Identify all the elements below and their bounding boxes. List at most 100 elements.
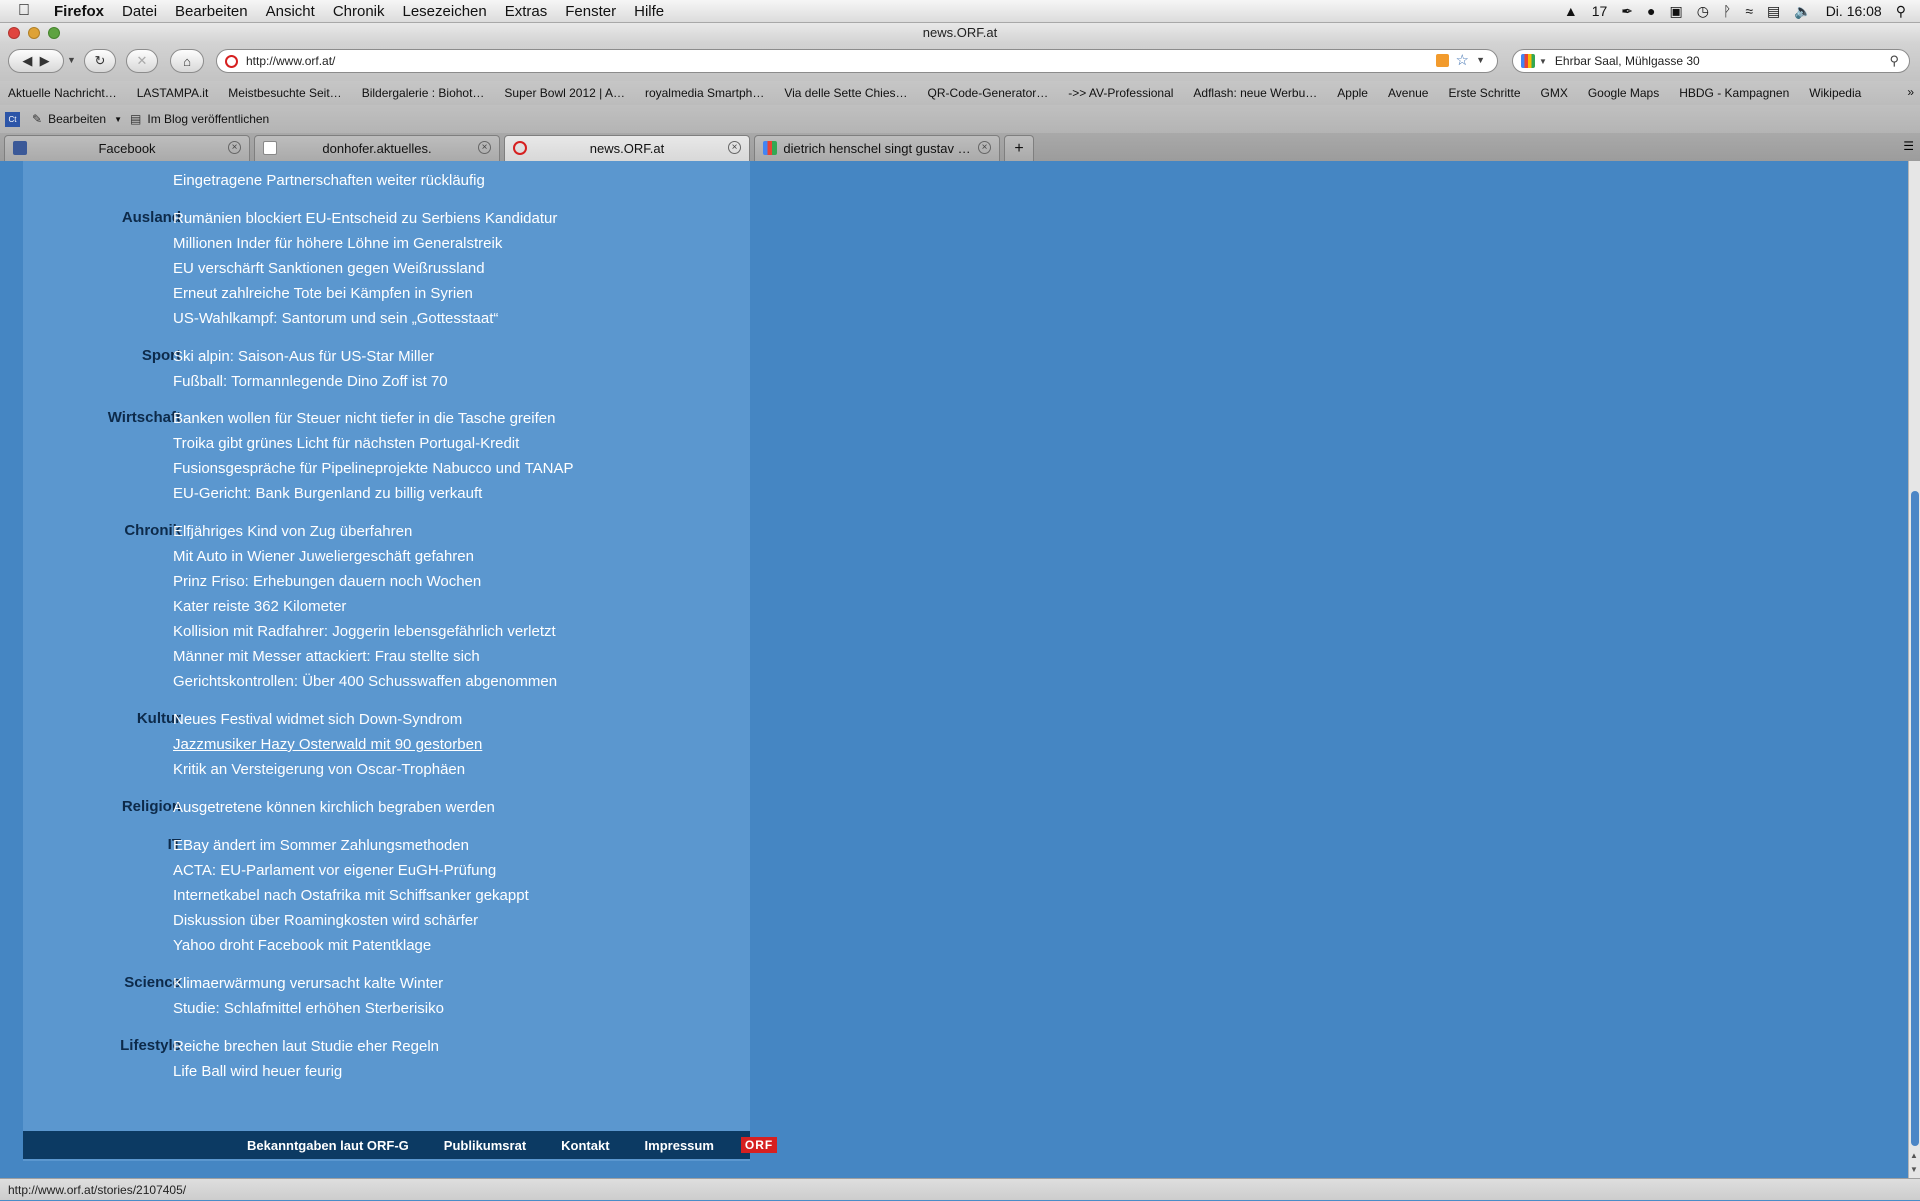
menu-app-firefox[interactable]: Firefox <box>54 3 104 20</box>
menu-chronik[interactable]: Chronik <box>333 3 385 20</box>
ct-extension-icon[interactable]: Ct <box>5 111 20 127</box>
news-item[interactable]: EU-Gericht: Bank Burgenland zu billig ve… <box>173 484 574 509</box>
news-item[interactable]: Reiche brechen laut Studie eher Regeln <box>173 1037 439 1062</box>
bookmark-item[interactable]: Aktuelle Nachricht… <box>0 86 127 100</box>
menu-extras[interactable]: Extras <box>505 3 548 20</box>
rss-feed-icon[interactable] <box>1436 54 1449 67</box>
bookmark-item[interactable]: Via delle Sette Chies… <box>774 86 917 100</box>
tab-news-orf[interactable]: news.ORF.at × <box>504 135 750 161</box>
blog-publish-button[interactable]: Im Blog veröffentlichen <box>147 112 269 126</box>
wifi-icon[interactable]: ≈ <box>1745 3 1753 19</box>
home-button[interactable]: ⌂ <box>170 49 204 73</box>
news-item[interactable]: EU verschärft Sanktionen gegen Weißrussl… <box>173 259 557 284</box>
footer-link-impressum[interactable]: Impressum <box>645 1138 714 1153</box>
bookmark-item[interactable]: Wikipedia <box>1799 86 1871 100</box>
footer-link-kontakt[interactable]: Kontakt <box>561 1138 609 1153</box>
bookmarks-overflow-chevron-icon[interactable]: » <box>1907 85 1914 99</box>
close-tab-icon[interactable]: × <box>728 141 741 154</box>
news-item[interactable]: Life Ball wird heuer feurig <box>173 1062 439 1087</box>
bookmark-item[interactable]: Apple <box>1327 86 1378 100</box>
news-item[interactable]: Rumänien blockiert EU-Entscheid zu Serbi… <box>173 209 557 234</box>
search-text[interactable]: Ehrbar Saal, Mühlgasse 30 <box>1555 54 1700 68</box>
google-icon[interactable] <box>1521 54 1535 68</box>
footer-link-bekanntgaben[interactable]: Bekanntgaben laut ORF-G <box>247 1138 409 1153</box>
news-item[interactable]: Fußball: Tormannlegende Dino Zoff ist 70 <box>173 372 448 397</box>
bookmark-item[interactable]: Erste Schritte <box>1438 86 1530 100</box>
news-item[interactable]: Klimaerwärmung verursacht kalte Winter <box>173 974 444 999</box>
tab-facebook[interactable]: Facebook × <box>4 135 250 161</box>
menu-lesezeichen[interactable]: Lesezeichen <box>403 3 487 20</box>
input-menu-icon[interactable]: ▤ <box>1767 3 1780 20</box>
menu-hilfe[interactable]: Hilfe <box>634 3 664 20</box>
close-window-icon[interactable] <box>8 27 20 39</box>
news-item[interactable]: Internetkabel nach Ostafrika mit Schiffs… <box>173 886 529 911</box>
news-item[interactable]: Prinz Friso: Erhebungen dauern noch Woch… <box>173 572 557 597</box>
bookmark-item[interactable]: Super Bowl 2012 | A… <box>494 86 635 100</box>
tab-dietrich-henschel[interactable]: dietrich henschel singt gustav … × <box>754 135 1000 161</box>
bookmark-item[interactable]: royalmedia Smartph… <box>635 86 774 100</box>
menu-bearbeiten[interactable]: Bearbeiten <box>175 3 248 20</box>
news-item[interactable]: Eingetragene Partnerschaften weiter rück… <box>173 171 485 196</box>
url-text[interactable]: http://www.orf.at/ <box>246 54 335 68</box>
orf-logo[interactable]: ORF <box>740 1137 778 1153</box>
news-item[interactable]: Studie: Schlafmittel erhöhen Sterberisik… <box>173 999 444 1024</box>
news-item[interactable]: Mit Auto in Wiener Juweliergeschäft gefa… <box>173 547 557 572</box>
search-icon[interactable]: ⚲ <box>1889 53 1899 69</box>
history-dropdown-icon[interactable]: ▼ <box>67 55 76 65</box>
menu-fenster[interactable]: Fenster <box>565 3 616 20</box>
tab-donhofer[interactable]: donhofer.aktuelles. × <box>254 135 500 161</box>
adobe-icon[interactable]: ▲ <box>1564 3 1578 19</box>
bookmark-item[interactable]: GMX <box>1531 86 1578 100</box>
bookmark-item[interactable]: Google Maps <box>1578 86 1669 100</box>
menu-datei[interactable]: Datei <box>122 3 157 20</box>
bookmark-item[interactable]: ->> AV-Professional <box>1058 86 1183 100</box>
scrollbar-thumb[interactable] <box>1911 491 1919 1146</box>
clock[interactable]: Di. 16:08 <box>1826 3 1882 19</box>
pen-icon[interactable]: ✒ <box>1621 3 1633 20</box>
news-item[interactable]: EBay ändert im Sommer Zahlungsmethoden <box>173 836 529 861</box>
edit-pencil-icon[interactable]: ✎ <box>32 112 42 126</box>
news-item[interactable]: Erneut zahlreiche Tote bei Kämpfen in Sy… <box>173 284 557 309</box>
bookmark-item[interactable]: Avenue <box>1378 86 1438 100</box>
scroll-down-arrow-icon[interactable]: ▼ <box>1910 1165 1918 1174</box>
news-item[interactable]: ACTA: EU-Parlament vor eigener EuGH-Prüf… <box>173 861 529 886</box>
reload-button[interactable]: ↻ <box>84 49 116 73</box>
back-forward-buttons[interactable]: ◀ ▶ <box>8 49 64 73</box>
news-item[interactable]: Ski alpin: Saison-Aus für US-Star Miller <box>173 347 448 372</box>
news-item[interactable]: Männer mit Messer attackiert: Frau stell… <box>173 647 557 672</box>
news-item[interactable]: Kollision mit Radfahrer: Joggerin lebens… <box>173 622 557 647</box>
edit-dropdown-icon[interactable]: ▼ <box>114 115 122 124</box>
url-dropdown-icon[interactable]: ▼ <box>1476 55 1485 65</box>
status-count[interactable]: 17 <box>1592 3 1608 19</box>
footer-link-publikumsrat[interactable]: Publikumsrat <box>444 1138 526 1153</box>
news-item[interactable]: Elfjähriges Kind von Zug überfahren <box>173 522 557 547</box>
circle-status-icon[interactable]: ● <box>1647 3 1655 19</box>
list-all-tabs-icon[interactable]: ☰ <box>1903 139 1914 153</box>
screen-icon[interactable]: ▣ <box>1669 3 1682 20</box>
minimize-window-icon[interactable] <box>28 27 40 39</box>
apple-icon[interactable]:  <box>18 2 40 20</box>
bluetooth-icon[interactable]: ᚹ <box>1723 3 1731 19</box>
url-bar[interactable]: http://www.orf.at/ ☆ ▼ <box>216 49 1498 73</box>
bookmark-item[interactable]: Adflash: neue Werbu… <box>1183 86 1327 100</box>
news-item[interactable]: Fusionsgespräche für Pipelineprojekte Na… <box>173 459 574 484</box>
bookmark-item[interactable]: Bildergalerie : Biohot… <box>352 86 495 100</box>
bookmark-item[interactable]: HBDG - Kampagnen <box>1669 86 1799 100</box>
blog-icon[interactable]: ▤ <box>130 112 141 126</box>
news-item[interactable]: US-Wahlkampf: Santorum und sein „Gottess… <box>173 309 557 334</box>
volume-icon[interactable]: 🔈 <box>1794 3 1811 20</box>
time-machine-icon[interactable]: ◷ <box>1697 3 1709 20</box>
news-item[interactable]: Yahoo droht Facebook mit Patentklage <box>173 936 529 961</box>
spotlight-icon[interactable]: ⚲ <box>1896 3 1906 20</box>
news-item-hovered[interactable]: Jazzmusiker Hazy Osterwald mit 90 gestor… <box>173 735 482 760</box>
stop-button[interactable]: ✕ <box>126 49 158 73</box>
close-tab-icon[interactable]: × <box>228 141 241 154</box>
vertical-scrollbar[interactable]: ▲ ▼ <box>1908 161 1920 1178</box>
search-engine-dropdown-icon[interactable]: ▼ <box>1539 57 1547 66</box>
bookmark-star-icon[interactable]: ☆ <box>1456 51 1469 69</box>
news-item[interactable]: Kater reiste 362 Kilometer <box>173 597 557 622</box>
news-item[interactable]: Kritik an Versteigerung von Oscar-Trophä… <box>173 760 482 785</box>
menu-ansicht[interactable]: Ansicht <box>266 3 315 20</box>
back-arrow-icon[interactable]: ◀ <box>22 53 32 69</box>
search-bar[interactable]: ▼ Ehrbar Saal, Mühlgasse 30 ⚲ <box>1512 49 1910 73</box>
